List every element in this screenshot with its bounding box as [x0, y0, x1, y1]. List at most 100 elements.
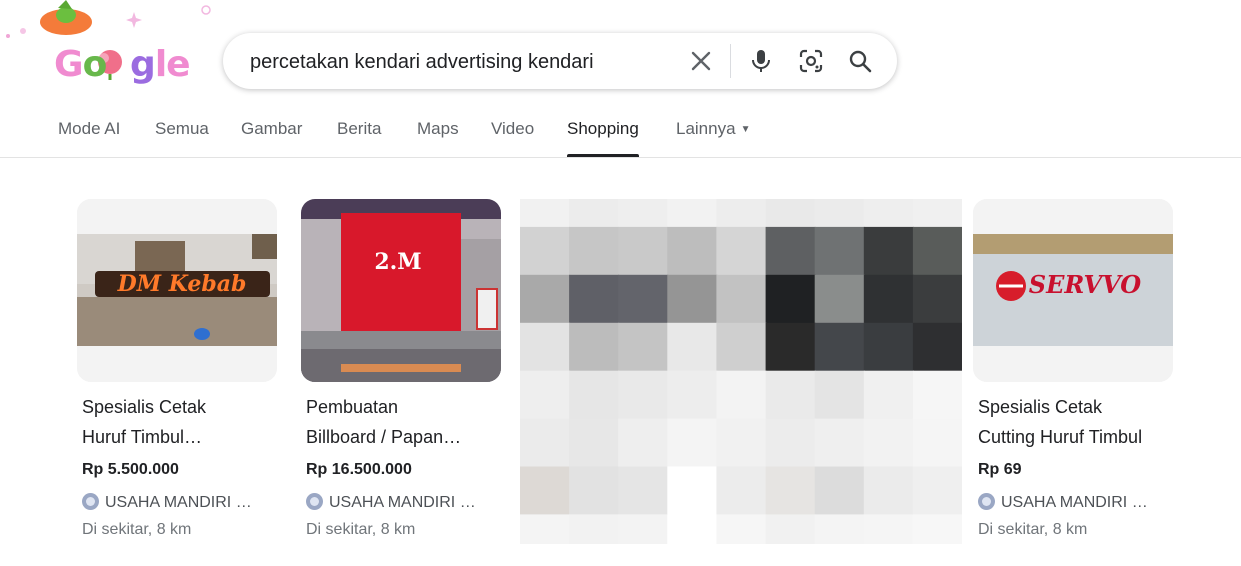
product-seller[interactable]: USAHA MANDIRI …: [306, 493, 476, 512]
mosaic-tile: [569, 370, 620, 420]
mosaic-tile: [716, 274, 767, 324]
product-title-line: Cutting Huruf Timbul: [978, 427, 1143, 447]
search-divider: [730, 44, 731, 78]
thumb-sign-text: DM Kebab: [117, 271, 247, 297]
tab-video[interactable]: Video: [491, 119, 534, 157]
product-title[interactable]: Spesialis Cetak Huruf Timbul…: [82, 392, 277, 452]
google-doodle[interactable]: Google: [0, 0, 220, 100]
mosaic-tile: [912, 418, 962, 468]
mosaic-tile: [716, 466, 767, 516]
product-image[interactable]: 2.M: [301, 199, 501, 382]
product-distance: Di sekitar, 8 km: [82, 521, 192, 538]
mosaic-tile: [814, 226, 865, 276]
product-title[interactable]: Pembuatan Billboard / Papan…: [306, 392, 501, 452]
mosaic-tile: [716, 514, 767, 544]
mosaic-tile: [863, 370, 914, 420]
mosaic-tile: [618, 514, 669, 544]
seller-name: USAHA MANDIRI …: [105, 494, 252, 511]
close-icon[interactable]: [687, 47, 715, 75]
search-icon[interactable]: [846, 47, 874, 75]
mosaic-tile: [814, 199, 865, 228]
mosaic-tile: [569, 466, 620, 516]
mosaic-tile: [569, 226, 620, 276]
mosaic-tile: [912, 370, 962, 420]
mosaic-tile: [618, 370, 669, 420]
mosaic-tile: [863, 514, 914, 544]
mosaic-tile: [569, 322, 620, 372]
mosaic-tile: [618, 226, 669, 276]
mosaic-tile: [912, 226, 962, 276]
mosaic-tile: [667, 466, 718, 516]
search-input[interactable]: [248, 46, 672, 78]
tab-maps[interactable]: Maps: [417, 119, 459, 157]
mosaic-tile: [912, 466, 962, 516]
tab-lainnya[interactable]: Lainnya ▼: [676, 119, 750, 157]
product-title[interactable]: Spesialis Cetak Cutting Huruf Timbul: [978, 392, 1173, 452]
product-title-line: Huruf Timbul…: [82, 427, 203, 447]
mosaic-tile: [716, 418, 767, 468]
mosaic-tile: [569, 418, 620, 468]
pixelated-mosaic: [520, 199, 962, 544]
mosaic-tile: [520, 514, 571, 544]
mosaic-tile: [765, 226, 816, 276]
mosaic-tile: [814, 322, 865, 372]
mic-icon[interactable]: [747, 47, 775, 75]
search-box[interactable]: [223, 33, 897, 89]
mosaic-tile: [520, 466, 571, 516]
mosaic-tile: [863, 322, 914, 372]
mosaic-tile: [667, 370, 718, 420]
pixelated-product-card[interactable]: [520, 199, 962, 544]
google-logo: Google: [54, 44, 191, 85]
mosaic-tile: [569, 274, 620, 324]
product-card[interactable]: 2.M Pembuatan Billboard / Papan… Rp 16.5…: [301, 199, 501, 544]
product-price: Rp 69: [978, 461, 1022, 478]
mosaic-tile: [618, 418, 669, 468]
mosaic-tile: [912, 274, 962, 324]
thumb-sign-text: SERVVO: [1029, 270, 1142, 299]
mosaic-tile: [863, 274, 914, 324]
product-price: Rp 16.500.000: [306, 461, 412, 478]
mosaic-tile: [814, 370, 865, 420]
mosaic-tile: [667, 322, 718, 372]
mosaic-tile: [912, 322, 962, 372]
mosaic-tile: [863, 466, 914, 516]
mosaic-tile: [667, 418, 718, 468]
mosaic-tile: [765, 322, 816, 372]
product-seller[interactable]: USAHA MANDIRI …: [82, 493, 252, 512]
mosaic-tile: [618, 199, 669, 228]
tab-mode-ai[interactable]: Mode AI: [58, 119, 120, 157]
mosaic-tile: [716, 370, 767, 420]
product-card[interactable]: DM Kebab Spesialis Cetak Huruf Timbul… R…: [77, 199, 277, 544]
globe-icon: [978, 493, 995, 510]
tab-lainnya-label: Lainnya: [676, 119, 736, 138]
product-title-line: Spesialis Cetak: [978, 397, 1103, 417]
mosaic-tile: [912, 514, 962, 544]
thumb-sign-text: 2.M: [374, 249, 421, 275]
tab-berita[interactable]: Berita: [337, 119, 381, 157]
lens-icon[interactable]: [797, 47, 825, 75]
mosaic-tile: [814, 418, 865, 468]
tab-semua[interactable]: Semua: [155, 119, 209, 157]
product-card[interactable]: SERVVO Spesialis Cetak Cutting Huruf Tim…: [973, 199, 1173, 544]
product-seller[interactable]: USAHA MANDIRI …: [978, 493, 1148, 512]
mosaic-tile: [520, 274, 571, 324]
mosaic-tile: [863, 226, 914, 276]
mosaic-tile: [765, 274, 816, 324]
product-distance: Di sekitar, 8 km: [306, 521, 416, 538]
product-image[interactable]: SERVVO: [973, 199, 1173, 382]
product-image[interactable]: DM Kebab: [77, 199, 277, 382]
tab-shopping[interactable]: Shopping: [567, 119, 639, 157]
caret-down-icon: ▼: [740, 124, 751, 135]
mosaic-tile: [618, 274, 669, 324]
mosaic-tile: [765, 370, 816, 420]
mosaic-tile: [667, 514, 718, 544]
mosaic-tile: [814, 514, 865, 544]
header: Google: [0, 0, 1241, 158]
mosaic-tile: [765, 514, 816, 544]
mosaic-tile: [520, 226, 571, 276]
mosaic-tile: [716, 322, 767, 372]
product-price: Rp 5.500.000: [82, 461, 179, 478]
tab-gambar[interactable]: Gambar: [241, 119, 302, 157]
mosaic-tile: [765, 418, 816, 468]
mosaic-tile: [863, 199, 914, 228]
